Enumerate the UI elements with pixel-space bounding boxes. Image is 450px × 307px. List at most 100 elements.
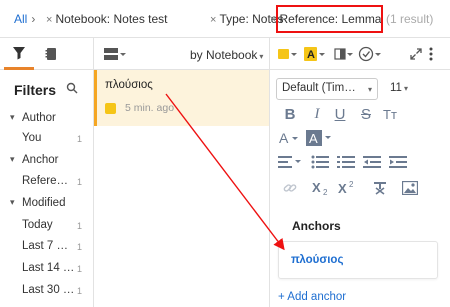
filter-item-today[interactable]: Today 1 (0, 216, 94, 236)
close-icon[interactable]: × (210, 14, 216, 26)
font-family-value: Default (Tim… (282, 82, 356, 94)
filter-group-label: Author (22, 112, 56, 124)
align-left-icon (278, 156, 301, 168)
breadcrumb-all-label[interactable]: All (14, 12, 27, 26)
font-color-button[interactable]: A (278, 128, 302, 148)
bullet-list-button[interactable] (310, 152, 330, 172)
funnel-icon (13, 46, 25, 59)
anchors-section: Anchors πλούσιος + Add anchor (270, 213, 450, 307)
chevron-down-icon: ▾ (10, 154, 15, 164)
filter-group-author[interactable]: ▾ Author (0, 109, 94, 129)
svg-text:2: 2 (349, 180, 354, 189)
bullet-list-icon (311, 155, 329, 169)
background-color-button[interactable]: A (306, 128, 334, 148)
filter-item-reference[interactable]: Refere… 1 (0, 172, 94, 192)
filter-item-label: Last 14 … (22, 262, 75, 274)
notebook-icon (45, 48, 56, 60)
italic-button[interactable]: I (307, 104, 327, 124)
link-button[interactable] (280, 178, 300, 198)
filters-title: Filters (14, 82, 57, 98)
svg-text:A: A (279, 130, 289, 146)
breadcrumb-notebook[interactable]: × Notebook: Notes test (46, 12, 168, 26)
svg-text:X: X (338, 181, 347, 196)
filter-item-label: You (22, 132, 42, 144)
search-icon[interactable] (66, 82, 78, 97)
close-icon[interactable]: × (46, 14, 52, 26)
align-button[interactable] (278, 152, 304, 172)
bold-button[interactable]: B (280, 104, 300, 124)
layout-icon (104, 48, 126, 60)
chevron-down-icon: ▾ (259, 52, 264, 61)
subscript-button[interactable]: X2 (310, 178, 332, 198)
filter-group-anchor[interactable]: ▾ Anchor (0, 151, 94, 171)
clear-formatting-button[interactable] (370, 178, 390, 198)
indent-icon (389, 156, 407, 168)
filter-item-label: Today (22, 219, 53, 231)
format-panel: Default (Tim… ▾ 11 ▾ B I U S Tт A A X 2 … (270, 38, 450, 213)
filter-item-count: 1 (77, 177, 83, 187)
notes-toolbar: by Notebook ▾ (94, 38, 269, 70)
clear-formatting-icon (374, 182, 386, 195)
subscript-icon: X2 (312, 180, 328, 196)
filter-item-count: 1 (77, 134, 83, 144)
filter-item-label: Last 7 … (22, 240, 69, 252)
note-title: πλούσιος (105, 79, 153, 91)
breadcrumb-bar: All › × Notebook: Notes test × Type: Notes … (0, 0, 450, 38)
note-icon (105, 103, 116, 114)
chevron-down-icon: ▾ (367, 85, 372, 94)
font-color-icon: A (279, 130, 298, 146)
numbered-list-button[interactable] (336, 152, 356, 172)
text-case-button[interactable]: Tт (380, 104, 400, 124)
note-time: 5 min. ago (125, 102, 175, 114)
filter-item-last-7[interactable]: Last 7 … 1 (0, 237, 94, 257)
underline-button[interactable]: U (330, 104, 350, 124)
breadcrumb-notebook-label: Notebook: Notes test (55, 12, 168, 26)
font-size-value: 11 (390, 82, 402, 94)
image-icon (402, 181, 418, 195)
breadcrumb-all[interactable]: All › (14, 12, 35, 26)
anchor-card[interactable]: πλούσιος (278, 241, 438, 279)
filters-pane: Filters ▾ Author You 1 ▾ Anchor Refere… 1 ▾ M… (0, 38, 94, 307)
filter-item-last-30[interactable]: Last 30 … 1 (0, 281, 94, 301)
link-icon (283, 184, 297, 192)
add-anchor-button[interactable]: + Add anchor (278, 291, 346, 303)
chevron-down-icon: ▾ (10, 112, 15, 122)
tab-notebooks[interactable] (36, 38, 66, 70)
filter-group-label: Anchor (22, 154, 59, 166)
font-size-select[interactable]: 11 ▾ (384, 78, 414, 100)
indent-button[interactable] (388, 152, 408, 172)
svg-text:X: X (312, 180, 321, 195)
highlight-box (276, 5, 383, 33)
filter-group-label: Modified (22, 197, 66, 209)
filter-group-modified[interactable]: ▾ Modified (0, 194, 94, 214)
filter-item-label: Refere… (22, 175, 69, 187)
filter-item-last-14[interactable]: Last 14 … 1 (0, 259, 94, 279)
filter-item-count: 1 (77, 286, 83, 296)
filter-item-count: 1 (77, 242, 83, 252)
chevron-down-icon: ▾ (403, 84, 408, 93)
sort-dropdown[interactable]: by Notebook ▾ (190, 48, 263, 62)
tab-filters[interactable] (4, 38, 34, 70)
filter-item-label: Last 30 … (22, 284, 75, 296)
svg-text:A: A (309, 131, 318, 146)
result-count: (1 result) (386, 12, 434, 26)
layout-button[interactable] (104, 47, 126, 64)
insert-image-button[interactable] (400, 178, 420, 198)
anchor-link[interactable]: πλούσιος (291, 254, 343, 266)
notes-pane: by Notebook ▾ πλούσιος 5 min. ago (94, 38, 270, 307)
filter-item-count: 1 (77, 264, 83, 274)
chevron-right-icon: › (31, 12, 36, 26)
anchors-title: Anchors (292, 219, 341, 233)
list-item[interactable]: πλούσιος 5 min. ago (94, 70, 269, 126)
strikethrough-button[interactable]: S (356, 104, 376, 124)
svg-text:2: 2 (323, 188, 328, 196)
superscript-button[interactable]: X2 (336, 178, 358, 198)
superscript-icon: X2 (338, 180, 354, 196)
editor-pane: A Default (Tim… ▾ 11 ▾ B I U S Tт A A X … (270, 38, 450, 307)
filter-item-count: 1 (77, 221, 83, 231)
background-color-icon: A (306, 130, 331, 146)
outdent-button[interactable] (362, 152, 382, 172)
filter-item-you[interactable]: You 1 (0, 129, 94, 149)
outdent-icon (363, 156, 381, 168)
font-family-select[interactable]: Default (Tim… ▾ (276, 78, 378, 100)
